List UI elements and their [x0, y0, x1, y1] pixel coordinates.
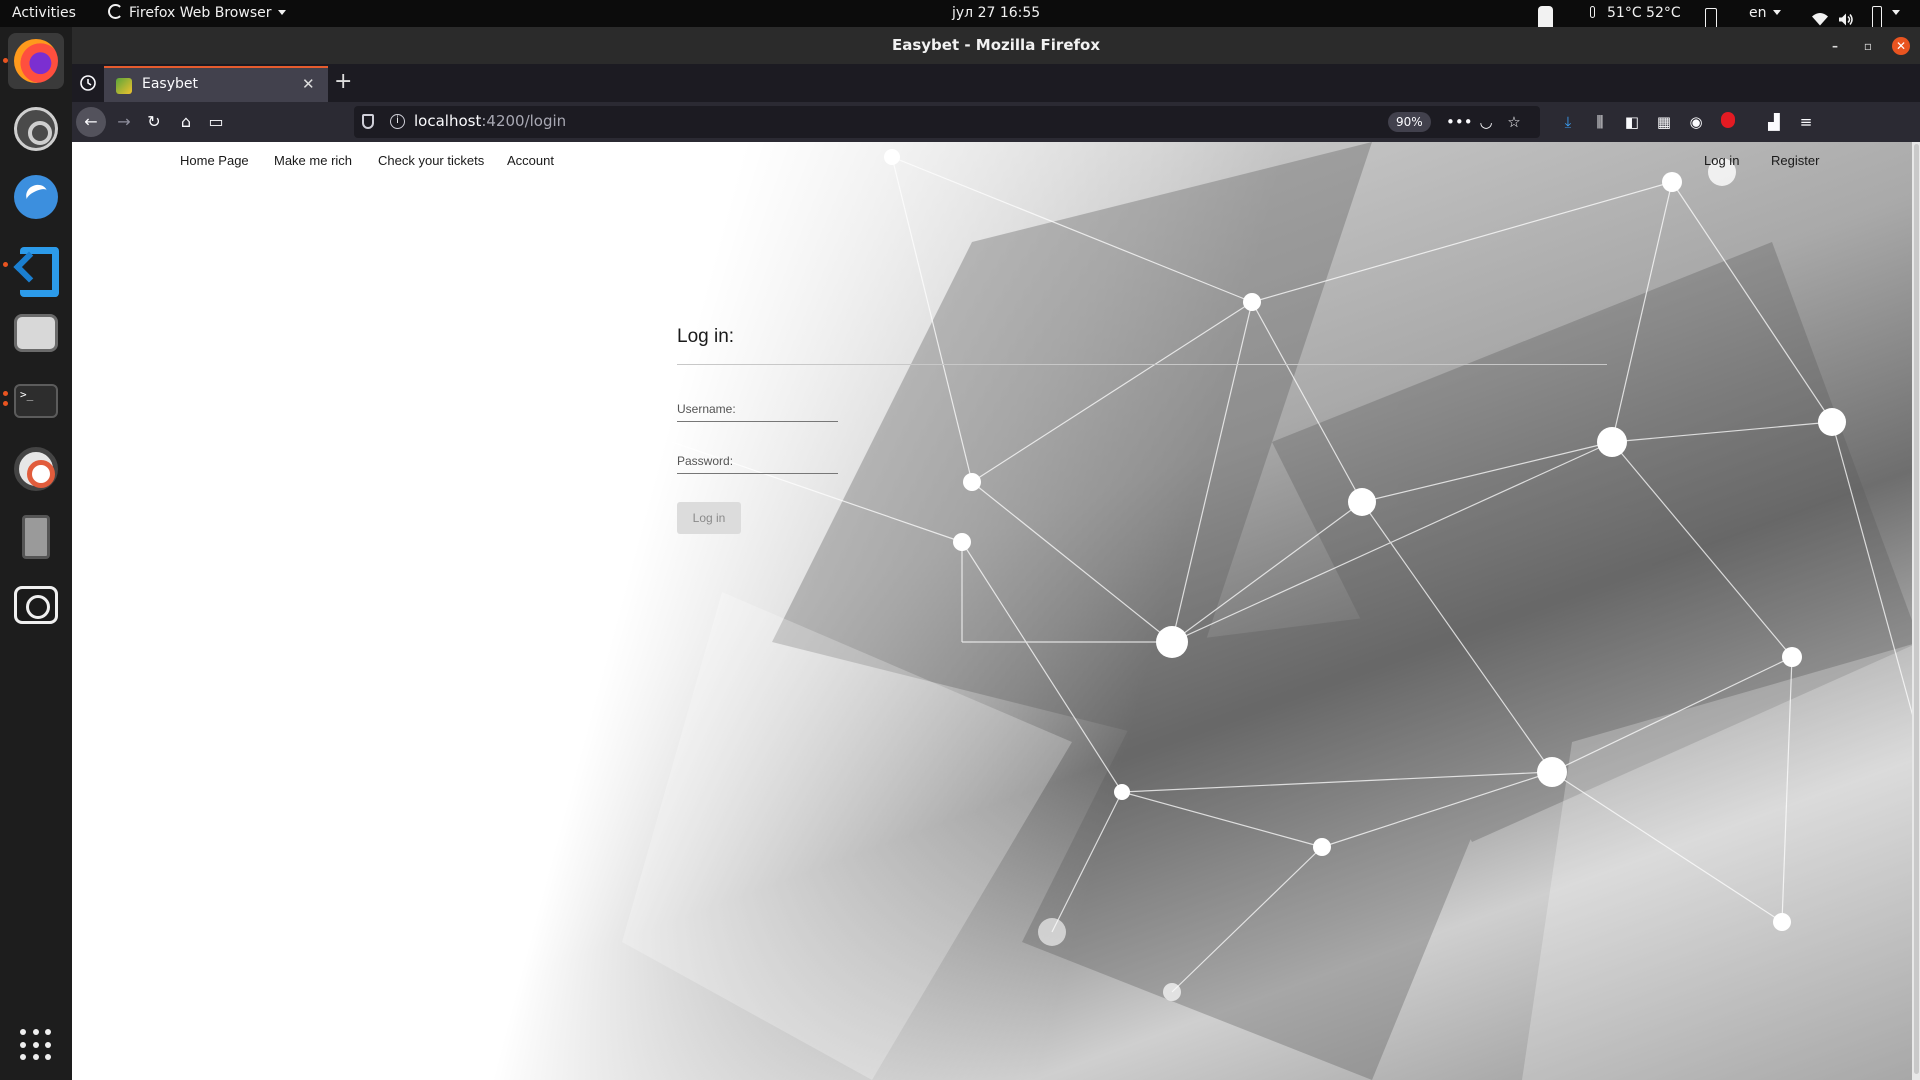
tracking-shield-icon[interactable]	[362, 114, 374, 129]
login-form: Log in: Username: Password: Log in	[677, 322, 1677, 534]
back-arrow-icon[interactable]: ←	[76, 107, 106, 137]
url-path: :4200/login	[481, 112, 567, 130]
zoom-level-badge[interactable]: 90%	[1388, 112, 1431, 132]
app-menu[interactable]: Firefox Web Browser	[108, 0, 286, 27]
show-applications-icon[interactable]	[20, 1029, 52, 1061]
dock-phone[interactable]	[8, 509, 64, 565]
downloads-icon[interactable]: ⤓	[1558, 112, 1578, 132]
extension-icon[interactable]	[1718, 112, 1738, 132]
vscode-icon	[14, 243, 59, 297]
tab-bar: Easybet ✕ +	[72, 64, 1920, 102]
app-menu-label: Firefox Web Browser	[129, 5, 272, 21]
settings-icon	[14, 107, 58, 151]
sidebar-icon[interactable]: ◧	[1622, 112, 1642, 132]
navigation-toolbar: ← → ↻ ⌂ ▭ i localhost:4200/login 90% •••…	[72, 102, 1920, 142]
gnome-top-bar: Activities Firefox Web Browser јул 27 16…	[0, 0, 1920, 35]
site-info-icon[interactable]: i	[390, 114, 405, 129]
firefox-small-icon	[108, 4, 123, 19]
thermometer-icon	[1590, 6, 1595, 18]
dock-thunderbird[interactable]	[8, 169, 64, 225]
password-label: Password:	[677, 454, 734, 468]
running-indicator	[3, 391, 8, 396]
login-title: Log in:	[677, 326, 735, 347]
minimize-icon[interactable]: –	[1826, 37, 1844, 55]
help-icon	[14, 447, 58, 491]
hamburger-menu-icon[interactable]: ≡	[1796, 112, 1816, 132]
phone-icon	[22, 515, 50, 559]
divider	[677, 364, 1607, 365]
history-icon[interactable]	[78, 73, 98, 93]
username-field[interactable]: Username:	[677, 398, 838, 422]
chevron-down-icon	[1772, 10, 1781, 15]
dock-vscode[interactable]	[8, 237, 64, 297]
dock-settings[interactable]	[8, 101, 64, 157]
files-icon	[14, 314, 58, 352]
window-titlebar[interactable]: Easybet - Mozilla Firefox – ▫ ✕	[72, 27, 1920, 64]
pocket-icon[interactable]: ◡	[1476, 112, 1496, 132]
dock: >_	[0, 27, 72, 1080]
temperature-indicator[interactable]: 51°C 52°C	[1590, 0, 1681, 27]
terminal-icon: >_	[14, 384, 58, 418]
camera-icon	[14, 586, 58, 624]
nav-account-link[interactable]: Account	[499, 147, 562, 175]
page-actions-icon[interactable]: •••	[1446, 112, 1473, 132]
favicon-icon	[116, 78, 132, 94]
forward-arrow-icon[interactable]: →	[112, 110, 136, 134]
library-icon[interactable]: ⫼	[1590, 112, 1610, 132]
nav-home-page-link[interactable]: Home Page	[172, 147, 257, 175]
thunderbird-icon	[14, 175, 58, 219]
running-indicator	[3, 58, 8, 63]
nav-check-tickets-link[interactable]: Check your tickets	[370, 147, 492, 175]
system-menu-chevron-icon[interactable]	[1892, 0, 1900, 27]
firefox-icon	[14, 39, 58, 83]
extensions-puzzle-icon[interactable]: ▟	[1764, 112, 1784, 132]
running-indicator	[3, 262, 8, 267]
account-icon[interactable]: ◉	[1686, 112, 1706, 132]
dock-firefox[interactable]	[8, 33, 64, 89]
nav-login-link[interactable]: Log in	[1696, 147, 1747, 175]
tab-close-icon[interactable]: ✕	[302, 75, 315, 93]
tab-title: Easybet	[142, 76, 198, 92]
folder-icon[interactable]: ▭	[204, 110, 228, 134]
home-icon[interactable]: ⌂	[174, 110, 198, 134]
background-network-art	[622, 142, 1920, 1080]
page-content: Home Page Make me rich Check your ticket…	[72, 142, 1920, 1080]
dock-terminal[interactable]: >_	[8, 373, 64, 429]
nav-make-me-rich-link[interactable]: Make me rich	[266, 147, 360, 175]
username-label: Username:	[677, 402, 736, 416]
keyboard-layout-label: en	[1749, 5, 1767, 21]
dock-files[interactable]	[8, 305, 64, 361]
running-indicator	[3, 401, 8, 406]
dock-camera[interactable]	[8, 577, 64, 633]
dock-help[interactable]	[8, 441, 64, 497]
clock[interactable]: јул 27 16:55	[952, 0, 1040, 27]
temperature-text: 51°C 52°C	[1607, 5, 1681, 21]
new-tab-icon[interactable]: +	[334, 70, 352, 94]
close-icon[interactable]: ✕	[1892, 37, 1910, 55]
window-title: Easybet - Mozilla Firefox	[891, 36, 1101, 54]
maximize-icon[interactable]: ▫	[1859, 37, 1877, 55]
toolbar-grid-icon[interactable]: ▦	[1654, 112, 1674, 132]
site-navbar: Home Page Make me rich Check your ticket…	[72, 142, 1920, 180]
firefox-window: Easybet - Mozilla Firefox – ▫ ✕ Easybet …	[72, 27, 1920, 1080]
login-submit-button[interactable]: Log in	[677, 502, 741, 534]
url-bar[interactable]: i localhost:4200/login 90% ••• ◡ ☆	[354, 106, 1540, 138]
tab-easybet[interactable]: Easybet ✕	[104, 66, 328, 102]
chevron-down-icon	[277, 10, 286, 15]
password-field[interactable]: Password:	[677, 450, 838, 474]
reload-icon[interactable]: ↻	[142, 110, 166, 134]
bookmark-star-icon[interactable]: ☆	[1504, 112, 1524, 132]
nav-register-link[interactable]: Register	[1763, 147, 1827, 175]
url-host: localhost	[414, 112, 482, 130]
url-text[interactable]: localhost:4200/login	[414, 112, 566, 130]
keyboard-layout-menu[interactable]: en	[1749, 0, 1781, 27]
scrollbar-thumb[interactable]	[1914, 144, 1919, 1074]
page-scrollbar[interactable]	[1912, 142, 1920, 1080]
activities-button[interactable]: Activities	[12, 0, 76, 27]
